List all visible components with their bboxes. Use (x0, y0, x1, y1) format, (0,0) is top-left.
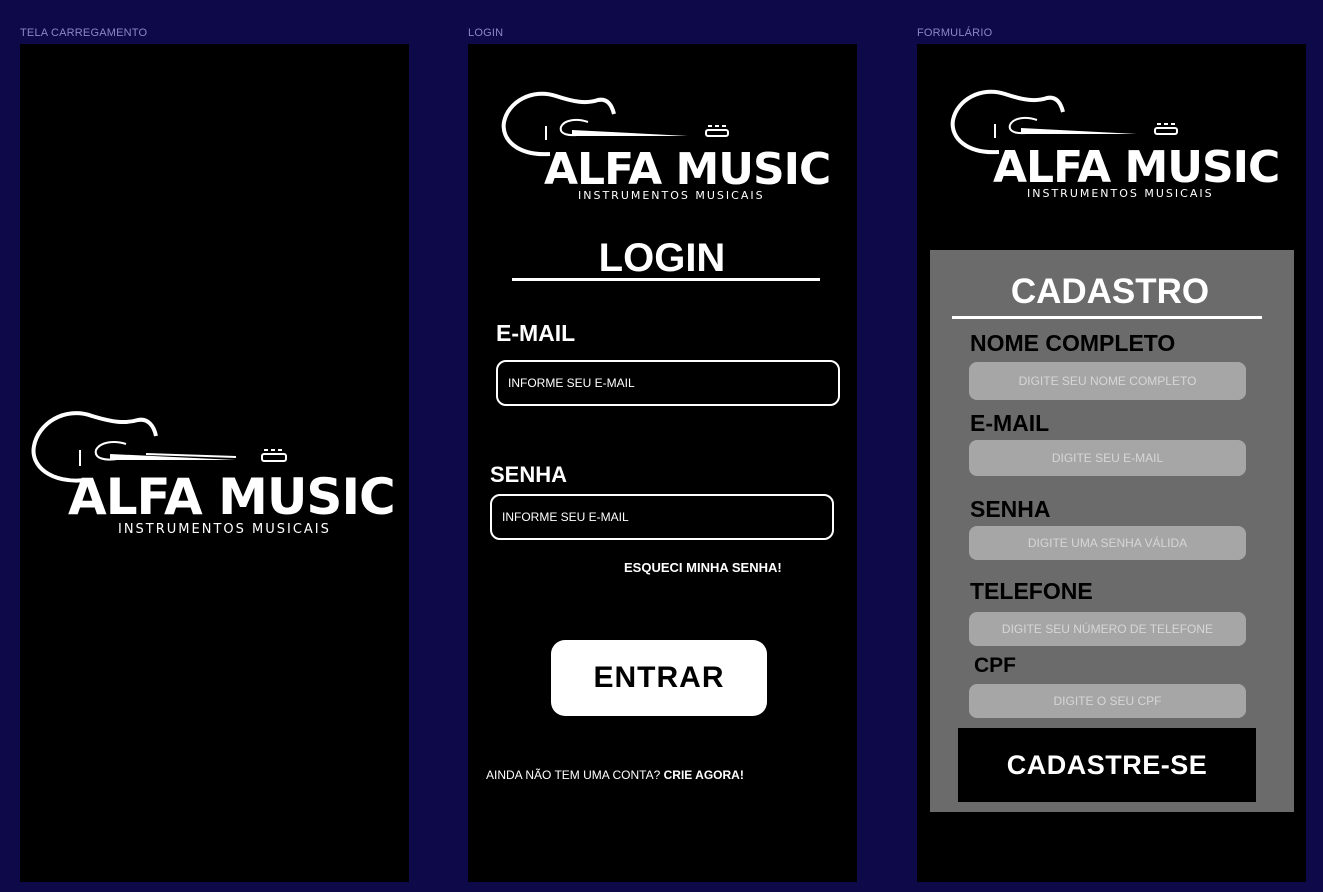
signup-prompt: AINDA NÃO TEM UMA CONTA? CRIE AGORA! (486, 768, 744, 782)
alfa-music-logo: ALFA MUSIC INSTRUMENTOS MUSICAIS (947, 86, 1297, 206)
register-panel: CADASTRO NOME COMPLETO DIGITE SEU NOME C… (930, 250, 1294, 812)
brand-name: ALFA MUSIC (993, 142, 1280, 193)
forgot-password-link[interactable]: ESQUECI MINHA SENHA! (624, 560, 782, 575)
email-label: E-MAIL (970, 410, 1050, 436)
register-screen: ALFA MUSIC INSTRUMENTOS MUSICAIS CADASTR… (917, 44, 1306, 882)
password-label: SENHA (490, 462, 568, 487)
alfa-music-logo: ALFA MUSIC INSTRUMENTOS MUSICAIS (498, 88, 838, 208)
email-input[interactable]: INFORME SEU E-MAIL (496, 360, 840, 406)
password-input[interactable]: INFORME SEU E-MAIL (490, 494, 834, 540)
title-underline (952, 316, 1262, 319)
name-input[interactable]: DIGITE SEU NOME COMPLETO (969, 362, 1246, 400)
login-screen: ALFA MUSIC INSTRUMENTOS MUSICAIS LOGIN E… (468, 44, 857, 882)
email-input[interactable]: DIGITE SEU E-MAIL (969, 440, 1246, 476)
cpf-label: CPF (974, 654, 1016, 677)
cpf-input[interactable]: DIGITE O SEU CPF (969, 684, 1246, 718)
email-label: E-MAIL (496, 320, 576, 346)
password-input[interactable]: DIGITE UMA SENHA VÁLIDA (969, 526, 1246, 560)
password-label: SENHA (970, 496, 1051, 522)
loading-screen: ALFA MUSIC INSTRUMENTOS MUSICAIS (20, 44, 409, 882)
brand-tagline: INSTRUMENTOS MUSICAIS (578, 189, 765, 202)
brand-name: ALFA MUSIC (68, 468, 396, 526)
frame-label-login: LOGIN (468, 27, 504, 39)
register-title: CADASTRO (1010, 272, 1210, 311)
phone-label: TELEFONE (970, 578, 1093, 604)
phone-input[interactable]: DIGITE SEU NÚMERO DE TELEFONE (969, 612, 1246, 646)
brand-tagline: INSTRUMENTOS MUSICAIS (118, 522, 331, 537)
entrar-button[interactable]: ENTRAR (551, 640, 767, 716)
name-label: NOME COMPLETO (970, 330, 1176, 356)
title-underline (512, 278, 820, 281)
cadastre-se-button[interactable]: CADASTRE-SE (958, 728, 1256, 802)
frame-label-form: FORMULÁRIO (917, 27, 993, 39)
no-account-text: AINDA NÃO TEM UMA CONTA? (486, 768, 661, 782)
brand-tagline: INSTRUMENTOS MUSICAIS (1027, 187, 1214, 200)
alfa-music-logo: ALFA MUSIC INSTRUMENTOS MUSICAIS (26, 406, 406, 546)
frame-label-loading: TELA CARREGAMENTO (20, 27, 148, 39)
login-title: LOGIN (598, 236, 726, 280)
create-account-link[interactable]: CRIE AGORA! (664, 768, 744, 782)
brand-name: ALFA MUSIC (544, 144, 831, 195)
